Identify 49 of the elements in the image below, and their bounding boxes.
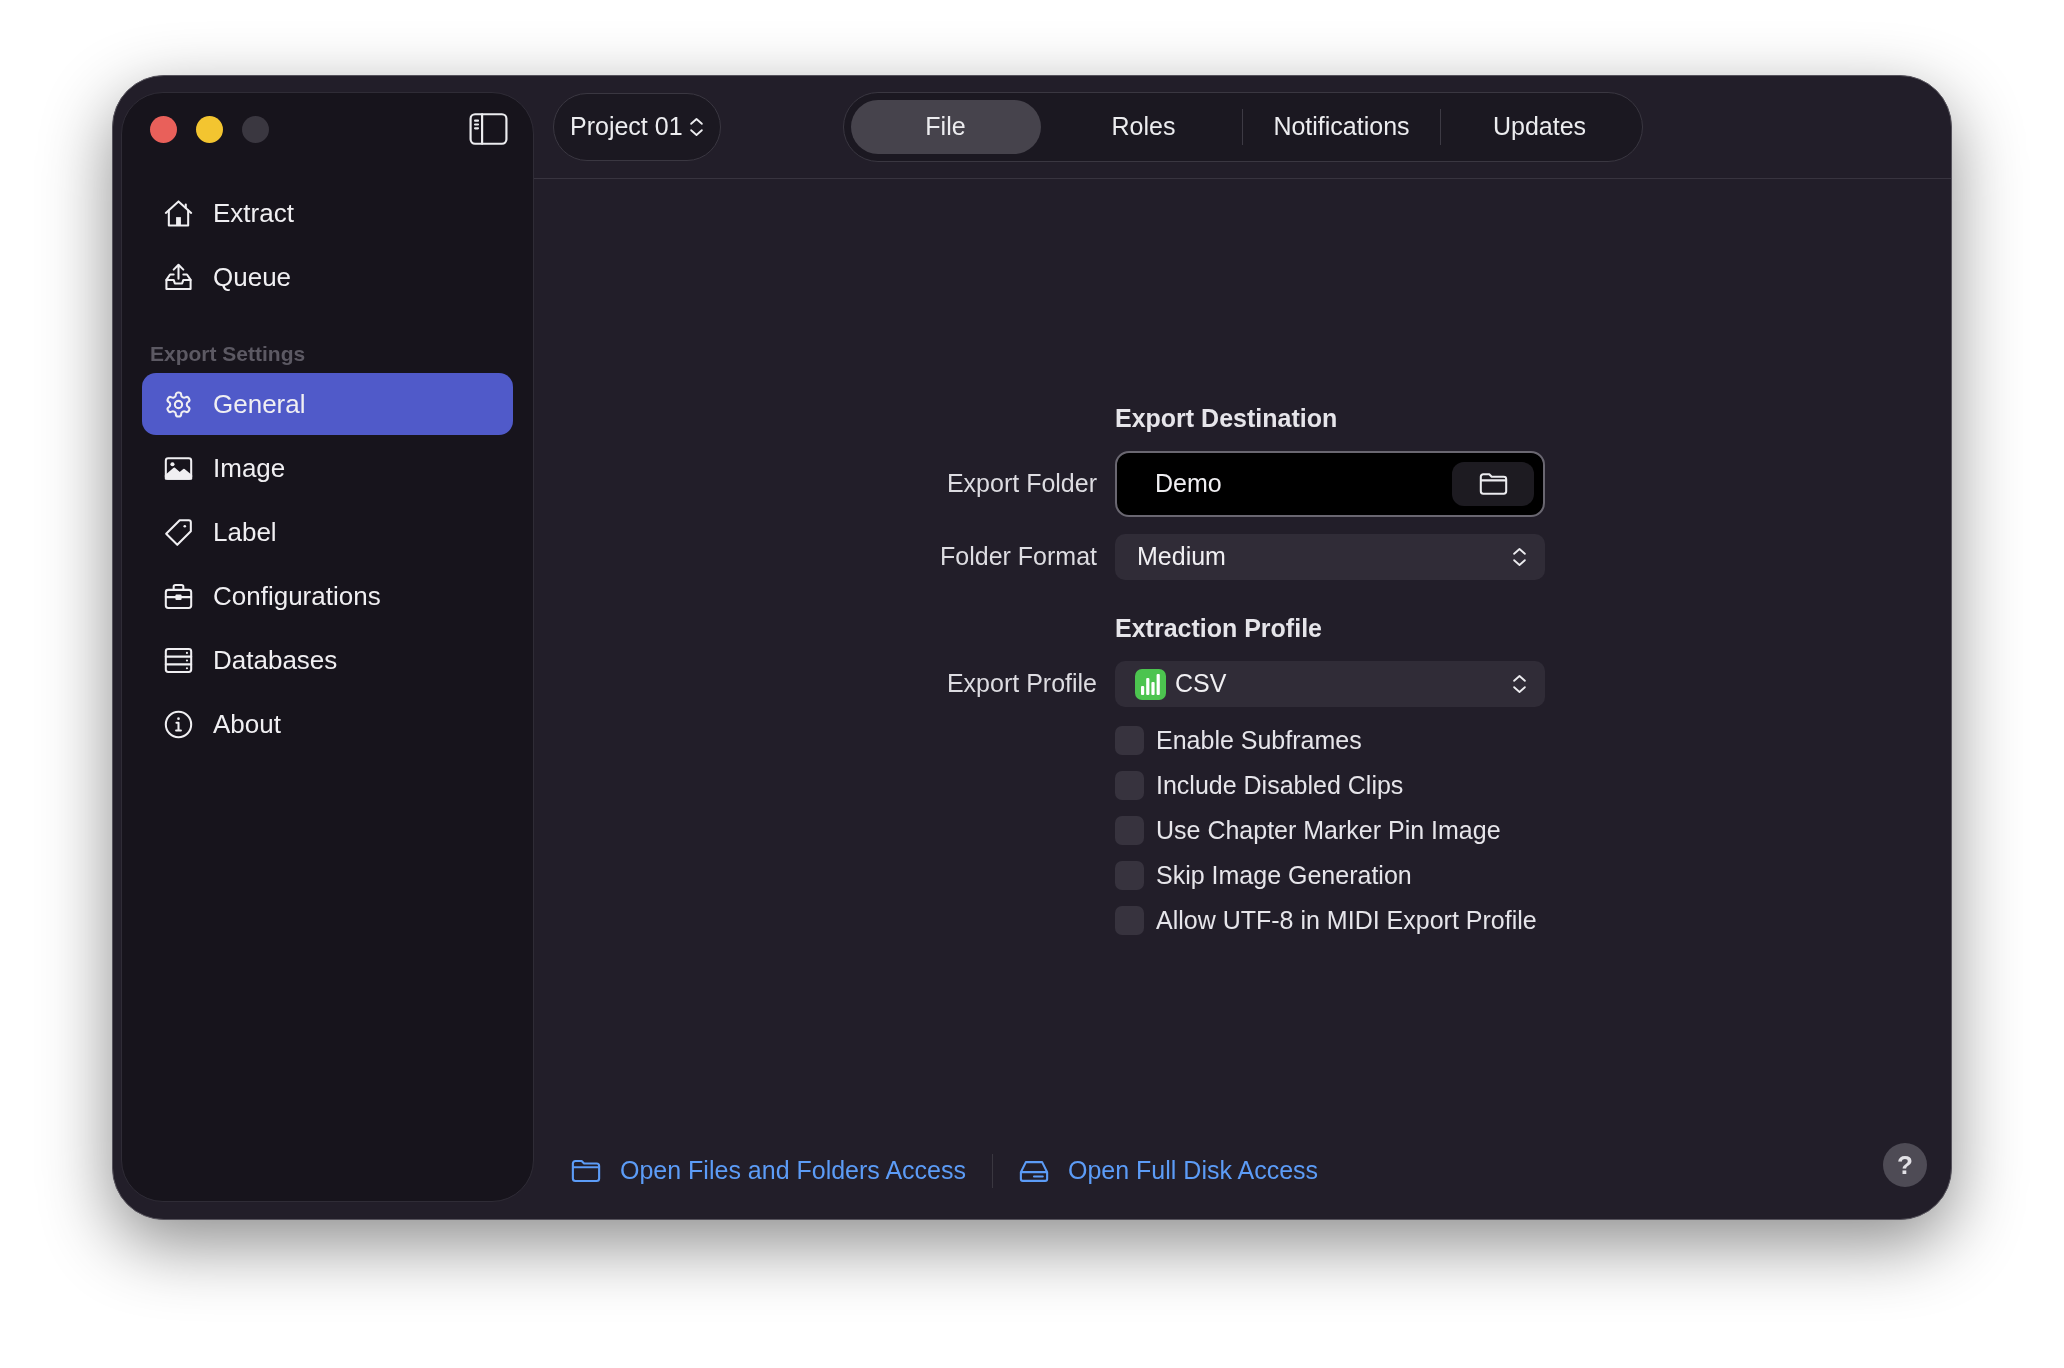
tab[interactable]: Notifications [1246, 100, 1437, 154]
zoom-button[interactable] [242, 115, 269, 143]
link[interactable]: Open Files and Folders Access [571, 1152, 966, 1190]
browse-button[interactable] [1452, 462, 1534, 506]
section-title: Export Destination [1115, 403, 1338, 435]
sidebar-item[interactable]: Label [142, 501, 513, 563]
link[interactable]: Open Full Disk Access [1019, 1152, 1319, 1190]
sidebar-item[interactable]: Configurations [142, 565, 513, 627]
field-label: Folder Format [940, 541, 1097, 573]
section-title: Extraction Profile [1115, 613, 1322, 645]
checkbox-label: Allow UTF-8 in MIDI Export Profile [1156, 904, 1537, 936]
chevron-up-down-icon [1512, 547, 1527, 567]
tray-arrow-icon [164, 262, 193, 292]
close-button[interactable] [150, 115, 177, 143]
sidebar-section-title: Export Settings [149, 341, 307, 367]
briefcase-icon [164, 581, 193, 611]
tab[interactable]: Updates [1444, 100, 1635, 154]
folder-icon [571, 1159, 601, 1183]
sidebar-toggle-icon[interactable] [469, 113, 508, 145]
sidebar-item[interactable]: Image [142, 437, 513, 499]
tab[interactable]: File [850, 100, 1041, 154]
field-label: Export Folder [946, 468, 1097, 500]
sidebar-item[interactable]: Databases [142, 629, 513, 691]
checkbox-label: Enable Subframes [1156, 724, 1362, 756]
tag-icon [164, 517, 193, 547]
chevron-up-down-icon [688, 117, 704, 137]
checkbox-label: Use Chapter Marker Pin Image [1156, 814, 1501, 846]
server-stack-icon [164, 645, 193, 675]
sidebar-item[interactable]: About [142, 693, 513, 755]
info-icon [164, 709, 193, 739]
folder-path-field[interactable]: Demo [1115, 451, 1545, 517]
hard-drive-icon [1019, 1159, 1049, 1183]
dropdown[interactable]: CSV [1115, 661, 1545, 707]
minimize-button[interactable] [196, 115, 223, 143]
chevron-up-down-icon [1512, 674, 1527, 694]
bar-chart-app-icon [1135, 668, 1166, 700]
house-icon [164, 198, 193, 228]
sidebar-item[interactable]: Extract [142, 182, 513, 244]
folder-icon [1478, 472, 1508, 496]
tab[interactable]: Roles [1048, 100, 1239, 154]
checkbox-label: Skip Image Generation [1156, 859, 1412, 891]
help-button[interactable]: ? [1883, 1143, 1927, 1187]
sidebar-item[interactable]: General [142, 373, 513, 435]
dropdown[interactable]: Medium [1115, 534, 1545, 580]
sidebar-item[interactable]: Queue [142, 246, 513, 308]
gear-icon [164, 389, 193, 419]
project-selector[interactable]: Project 01 [553, 93, 721, 161]
field-label: Export Profile [946, 668, 1097, 700]
checkbox-label: Include Disabled Clips [1156, 769, 1404, 801]
